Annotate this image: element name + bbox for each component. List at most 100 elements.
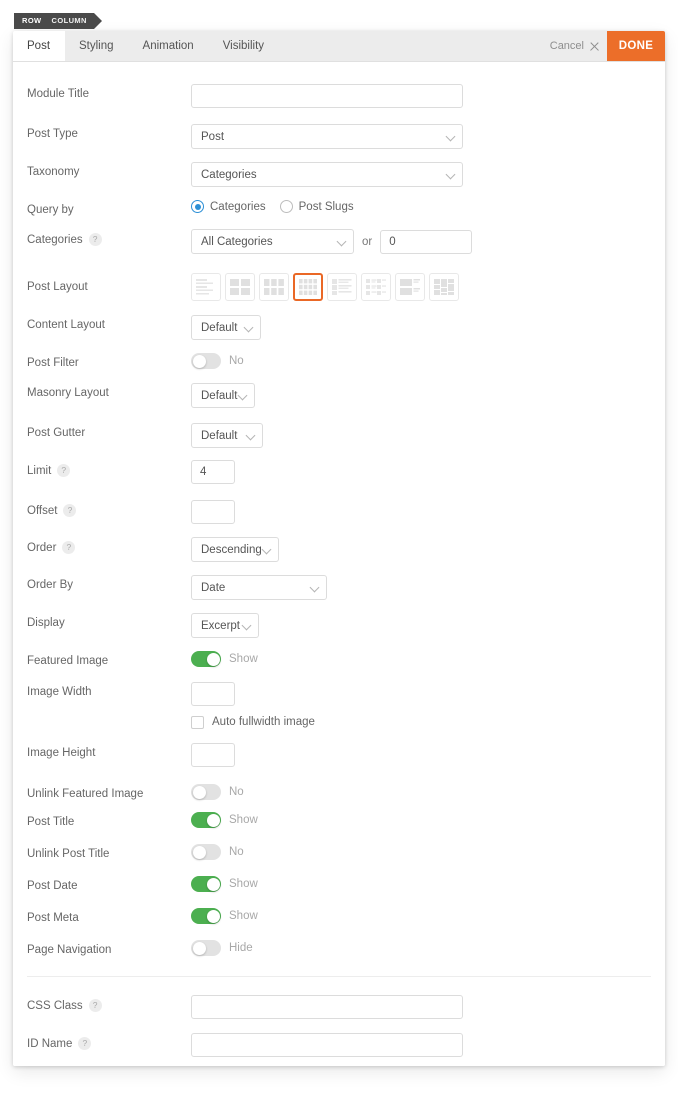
taxonomy-value: Categories [201,168,257,181]
help-icon-css-class[interactable]: ? [88,999,102,1012]
control-taxonomy: Categories [191,162,651,187]
breadcrumb-row[interactable]: ROW [22,17,42,25]
post-date-toggle[interactable] [191,876,221,892]
masonry-layout-select[interactable]: Default [191,383,255,408]
control-post-gutter: Default [191,423,651,448]
row-image-width: Image Width [13,670,665,706]
row-order-by: Order By Date [13,562,665,600]
post-filter-toggle[interactable] [191,353,221,369]
id-name-input[interactable] [191,1033,463,1057]
toggle-knob [192,845,206,859]
categories-id-input[interactable] [380,229,473,254]
row-order: Order ? Descending [13,524,665,562]
categories-select[interactable]: All Categories [191,229,354,254]
tab-styling[interactable]: Styling [65,31,129,61]
control-page-navigation: Hide [191,940,651,956]
layout-option-grid-3-col-layout[interactable] [259,273,289,301]
image-width-input[interactable] [191,682,235,706]
unlink-featured-image-toggle[interactable] [191,784,221,800]
offset-input[interactable] [191,500,235,524]
page-navigation-toggle[interactable] [191,940,221,956]
post-type-select[interactable]: Post [191,124,463,149]
post-filter-state: No [229,355,244,367]
control-post-title: Show [191,812,651,828]
radio-option-categories[interactable]: Categories [191,200,266,213]
order-by-select[interactable]: Date [191,575,327,600]
unlink-post-title-toggle-wrap: No [191,844,244,860]
control-featured-image: Show [191,651,651,667]
auto-fullwidth-checkbox[interactable] [191,715,204,729]
control-post-layout [191,273,651,301]
row-content-layout: Content Layout Default [13,301,665,340]
taxonomy-select[interactable]: Categories [191,162,463,187]
control-post-filter: No [191,353,651,369]
done-button[interactable]: DONE [607,31,665,61]
help-icon-limit[interactable]: ? [57,464,71,477]
tab-post[interactable]: Post [13,31,66,61]
cancel-button[interactable]: Cancel [541,40,607,52]
label-query-by: Query by [27,204,74,216]
help-icon-offset[interactable]: ? [63,504,77,517]
row-css-class: CSS Class ? [13,977,665,1019]
row-post-layout: Post Layout [13,257,665,301]
label-id-name-text: ID Name [27,1037,73,1050]
module-settings-screen: ROW COLUMN Post Styling Animation Visibi… [0,0,678,1094]
tab-visibility[interactable]: Visibility [209,31,279,61]
help-icon-categories[interactable]: ? [88,233,102,246]
order-select[interactable]: Descending [191,537,279,562]
post-date-toggle-wrap: Show [191,876,258,892]
layout-option-left-thumb-layout[interactable] [395,273,425,301]
css-class-input[interactable] [191,995,463,1019]
image-height-input[interactable] [191,743,235,767]
content-layout-select[interactable]: Default [191,315,261,340]
unlink-featured-image-toggle-wrap: No [191,784,244,800]
layout-option-media-list-layout[interactable] [327,273,357,301]
layout-option-zigzag-layout[interactable] [361,273,391,301]
tab-animation[interactable]: Animation [129,31,209,61]
help-icon-id-name[interactable]: ? [78,1037,92,1050]
post-meta-toggle-wrap: Show [191,908,258,924]
label-taxonomy: Taxonomy [27,166,80,178]
layout-option-list-layout[interactable] [191,273,221,301]
label-offset: Offset ? [27,500,191,517]
order-by-value: Date [201,581,226,594]
label-css-class: CSS Class ? [27,995,191,1012]
chevron-down-icon [336,236,347,246]
radio-post-slugs-label: Post Slugs [298,200,354,213]
post-gutter-select[interactable]: Default [191,423,263,448]
unlink-post-title-toggle[interactable] [191,844,221,860]
chevron-down-icon [237,390,248,400]
layout-option-grid-4-col-layout[interactable] [293,273,323,301]
auto-fullwidth-checkbox-row[interactable]: Auto fullwidth image [191,712,315,732]
query-by-radio-group: Categories Post Slugs [191,200,354,213]
post-title-toggle[interactable] [191,812,221,828]
row-post-date: Post Date Show [13,866,665,898]
label-categories-text: Categories [27,233,83,246]
row-display: Display Excerpt [13,600,665,638]
row-unlink-post-title: Unlink Post Title No [13,834,665,866]
display-select[interactable]: Excerpt [191,613,259,638]
featured-image-toggle[interactable] [191,651,221,667]
tab-bar: Post Styling Animation Visibility Cancel… [13,31,665,62]
layout-option-masonry-layout[interactable] [429,273,459,301]
row-id-name: ID Name ? [13,1019,665,1057]
unlink-featured-image-state: No [229,786,244,798]
settings-form: Module Title Post Type Post Taxonomy Cat… [13,62,665,1066]
toggle-knob [206,909,220,923]
label-display: Display [27,617,65,629]
control-unlink-post-title: No [191,844,651,860]
help-icon-order[interactable]: ? [62,541,76,554]
post-meta-toggle[interactable] [191,908,221,924]
module-title-input[interactable] [191,84,463,108]
toggle-knob [206,877,220,891]
row-offset: Offset ? [13,486,665,524]
radio-option-post-slugs[interactable]: Post Slugs [279,200,354,213]
label-featured-image: Featured Image [27,655,109,667]
label-image-height: Image Height [27,747,96,759]
chevron-down-icon [261,544,272,554]
breadcrumb-column[interactable]: COLUMN [52,17,87,25]
control-id-name [191,1033,651,1057]
label-masonry-layout: Masonry Layout [27,387,109,399]
layout-option-grid-2-col-layout[interactable] [225,273,255,301]
limit-input[interactable] [191,460,235,484]
